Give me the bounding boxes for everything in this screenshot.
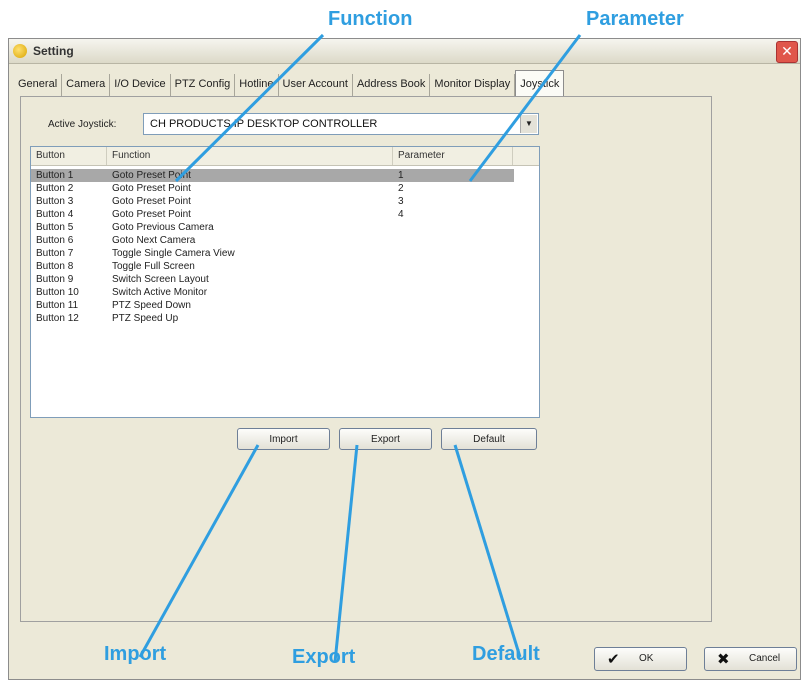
title-bar[interactable]: Setting ✕ bbox=[9, 39, 800, 64]
cancel-button[interactable]: ✖ Cancel bbox=[704, 647, 797, 671]
import-callout: Import bbox=[104, 643, 167, 665]
cell-button: Button 5 bbox=[36, 222, 74, 233]
export-button[interactable]: Export bbox=[339, 428, 432, 450]
cell-button: Button 4 bbox=[36, 209, 74, 220]
cell-parameter: 4 bbox=[398, 209, 404, 220]
cell-function: Goto Preset Point bbox=[112, 209, 191, 220]
cell-button: Button 7 bbox=[36, 248, 74, 259]
cell-parameter: 3 bbox=[398, 196, 404, 207]
cell-function: Goto Preset Point bbox=[112, 170, 191, 181]
default-button[interactable]: Default bbox=[441, 428, 537, 450]
active-joystick-select[interactable]: CH PRODUCTS IP DESKTOP CONTROLLER ▼ bbox=[143, 113, 539, 135]
close-icon[interactable]: ✕ bbox=[776, 41, 798, 63]
ok-button[interactable]: ✔ OK bbox=[594, 647, 687, 671]
cell-button: Button 8 bbox=[36, 261, 74, 272]
function-callout: Function bbox=[328, 8, 413, 30]
tab-hotline[interactable]: Hotline bbox=[235, 74, 279, 96]
parameter-callout: Parameter bbox=[586, 8, 684, 30]
tab-camera[interactable]: Camera bbox=[62, 74, 111, 96]
x-icon: ✖ bbox=[717, 650, 730, 668]
app-icon bbox=[13, 44, 27, 58]
list-header: Button Function Parameter bbox=[31, 147, 539, 166]
cell-button: Button 12 bbox=[36, 313, 79, 324]
tab-general[interactable]: General bbox=[14, 74, 63, 96]
column-parameter[interactable]: Parameter bbox=[393, 147, 513, 165]
cell-function: Toggle Single Camera View bbox=[112, 248, 235, 259]
list-item[interactable]: Button 1 Goto Preset Point 1 bbox=[31, 169, 514, 182]
cell-function: Goto Preset Point bbox=[112, 183, 191, 194]
cancel-label: Cancel bbox=[749, 653, 781, 664]
import-button[interactable]: Import bbox=[237, 428, 330, 450]
cell-function: Toggle Full Screen bbox=[112, 261, 195, 272]
cell-function: Switch Screen Layout bbox=[112, 274, 209, 285]
cell-parameter: 1 bbox=[398, 170, 404, 181]
cell-button: Button 11 bbox=[36, 300, 79, 311]
ok-label: OK bbox=[639, 653, 654, 664]
tab-address-book[interactable]: Address Book bbox=[353, 74, 431, 96]
cell-function: PTZ Speed Down bbox=[112, 300, 191, 311]
chevron-down-icon[interactable]: ▼ bbox=[520, 115, 537, 133]
active-joystick-label: Active Joystick: bbox=[48, 119, 117, 130]
active-joystick-value: CH PRODUCTS IP DESKTOP CONTROLLER bbox=[150, 118, 378, 130]
export-callout: Export bbox=[292, 646, 356, 668]
checkmark-icon: ✔ bbox=[607, 650, 620, 668]
window-title: Setting bbox=[33, 44, 74, 58]
cell-function: PTZ Speed Up bbox=[112, 313, 179, 324]
cell-button: Button 1 bbox=[36, 170, 74, 181]
cell-button: Button 6 bbox=[36, 235, 74, 246]
column-button[interactable]: Button bbox=[31, 147, 107, 165]
tab-user-account[interactable]: User Account bbox=[279, 74, 353, 96]
cell-button: Button 10 bbox=[36, 287, 79, 298]
cell-button: Button 3 bbox=[36, 196, 74, 207]
tab-ptz-config[interactable]: PTZ Config bbox=[171, 74, 236, 96]
tab-bar: General Camera I/O Device PTZ Config Hot… bbox=[14, 70, 565, 100]
cell-function: Goto Preset Point bbox=[112, 196, 191, 207]
default-callout: Default bbox=[472, 643, 540, 665]
column-function[interactable]: Function bbox=[107, 147, 393, 165]
cell-button: Button 2 bbox=[36, 183, 74, 194]
button-mapping-list[interactable]: Button Function Parameter Button 1 Goto P… bbox=[30, 146, 540, 418]
tab-io-device[interactable]: I/O Device bbox=[110, 74, 171, 96]
cell-function: Goto Next Camera bbox=[112, 235, 196, 246]
cell-function: Switch Active Monitor bbox=[112, 287, 208, 298]
tab-monitor-display[interactable]: Monitor Display bbox=[430, 74, 516, 96]
cell-parameter: 2 bbox=[398, 183, 404, 194]
cell-button: Button 9 bbox=[36, 274, 74, 285]
cell-function: Goto Previous Camera bbox=[112, 222, 214, 233]
